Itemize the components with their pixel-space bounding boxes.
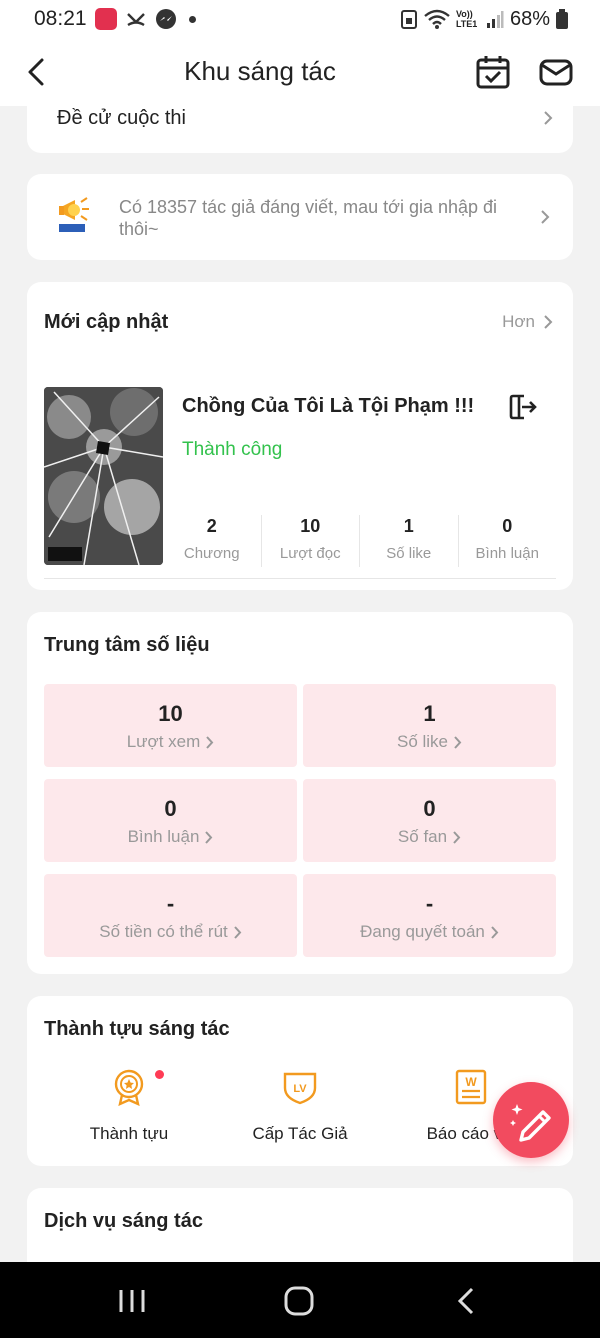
notification-dot [155,1070,164,1079]
achievement-item[interactable]: Thành tựu [44,1068,214,1144]
system-nav-bar [0,1262,600,1338]
tile-value: - [166,891,175,916]
recent-updates-title: Mới cập nhật [44,311,169,333]
achievement-label: Thành tựu [89,1124,169,1143]
megaphone-icon [59,197,89,232]
author-level-item[interactable]: LV Cấp Tác Giả [215,1068,385,1144]
recent-apps-icon[interactable] [115,1286,149,1316]
book-title[interactable]: Chồng Của Tôi Là Tội Phạm !!! [182,395,474,418]
tile-fans[interactable]: 0 Số fan [303,779,556,862]
chevron-right-icon [205,830,213,844]
sim-lock-icon [400,10,417,29]
stat-likes: 1 Số like [360,515,459,567]
wifi-icon [424,9,450,29]
chevron-right-icon [454,735,462,749]
book-stats: 2 Chương 10 Lượt đọc 1 Số like 0 Bình lu… [163,515,556,567]
chevron-right-icon [234,925,242,939]
stat-reads: 10 Lượt đọc [262,515,360,567]
book-cover-image[interactable] [44,387,163,565]
status-bar: 08:21 Vo)) LTE1 68% [0,0,600,38]
battery-percent: 68% [509,7,550,30]
stat-value: 0 [502,516,513,536]
missed-call-icon [126,13,145,27]
volte-label: Vo)) LTE1 [455,9,478,29]
report-document-icon: W [455,1069,487,1105]
author-recruit-text: Có 18357 tác giả đáng viết, mau tới gia … [119,197,498,239]
achievements-card: Thành tựu sáng tác Thành tựu LV Cấp Tác … [27,996,573,1166]
svg-text:W: W [465,1075,477,1089]
back-icon[interactable] [450,1286,484,1316]
data-center-title: Trung tâm số liệu [44,634,210,656]
tile-label: Bình luận [127,827,200,846]
tile-value: 1 [423,701,436,726]
svg-text:LV: LV [293,1083,307,1095]
stat-comments: 0 Bình luận [459,515,557,567]
author-level-label: Cấp Tác Giả [252,1124,348,1143]
export-icon[interactable] [508,392,538,422]
stat-chapters: 2 Chương [163,515,262,567]
recent-updates-card: Mới cập nhật Hơn Chồng Của Tôi Là Tội Ph… [27,282,573,590]
tile-label: Đang quyết toán [360,922,485,941]
stat-value: 10 [300,516,321,536]
contest-nominate-row[interactable]: Đề cử cuộc thi [27,94,573,153]
tile-likes[interactable]: 1 Số like [303,684,556,767]
status-time: 08:21 [34,7,87,30]
chevron-right-icon [491,925,499,939]
calendar-check-icon[interactable] [474,53,512,91]
data-grid: 10 Lượt xem 1 Số like 0 Bình luận 0 Số f… [44,684,556,957]
tile-views[interactable]: 10 Lượt xem [44,684,297,767]
app-notification-icon [94,8,117,30]
chevron-right-icon [206,735,214,749]
tile-comments[interactable]: 0 Bình luận [44,779,297,862]
more-label: Hơn [502,312,535,331]
tile-value: - [425,891,434,916]
chevron-right-icon [453,830,461,844]
signal-icon [486,11,504,28]
stat-label: Chương [183,545,240,562]
book-status: Thành công [182,439,283,460]
tile-settling[interactable]: - Đang quyết toán [303,874,556,957]
more-notifications-dot [188,15,196,23]
write-fab-button[interactable] [493,1082,569,1158]
chevron-right-icon [541,210,550,224]
tile-label: Số fan [397,827,448,846]
stat-value: 2 [206,516,217,536]
more-link[interactable]: Hơn [502,312,553,332]
chevron-right-icon [544,315,553,329]
data-center-card: Trung tâm số liệu 10 Lượt xem 1 Số like … [27,612,573,974]
mail-icon[interactable] [537,53,575,91]
contest-nominate-label: Đề cử cuộc thi [57,107,186,129]
tile-label: Lượt xem [126,732,201,751]
services-title: Dịch vụ sáng tác [44,1210,203,1232]
tile-withdrawable[interactable]: - Số tiền có thể rút [44,874,297,957]
author-recruit-banner[interactable]: Có 18357 tác giả đáng viết, mau tới gia … [27,174,573,260]
stat-label: Số like [386,545,432,562]
tile-label: Số like [396,732,449,751]
pencil-sparkle-icon [510,1104,551,1142]
chevron-right-icon [544,111,553,125]
home-icon[interactable] [282,1286,316,1316]
tile-label: Số tiền có thể rút [99,922,228,941]
divider [44,578,556,579]
tile-value: 0 [423,796,436,821]
stat-value: 1 [403,516,414,536]
tile-value: 0 [164,796,177,821]
level-shield-icon: LV [283,1072,317,1105]
book-cover-art [44,387,163,565]
battery-icon [556,9,568,29]
tile-value: 10 [158,701,183,726]
stat-label: Lượt đọc [279,545,341,562]
medal-icon [114,1069,144,1106]
achievements-title: Thành tựu sáng tác [44,1018,230,1040]
stat-label: Bình luận [475,545,539,562]
messenger-icon [155,9,176,29]
